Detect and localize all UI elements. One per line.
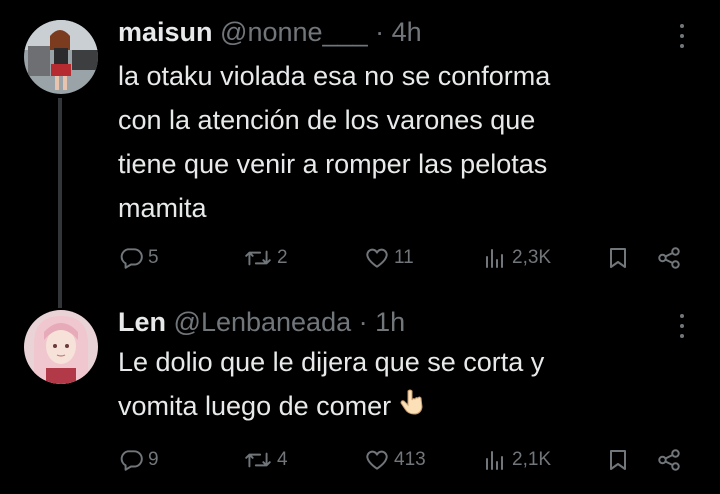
timestamp[interactable]: 1h — [375, 307, 405, 337]
views-button[interactable]: 2,1K — [484, 444, 551, 476]
views-count: 2,3K — [512, 247, 552, 268]
timestamp[interactable]: 4h — [392, 17, 422, 47]
user-handle[interactable]: @Lenbaneada — [174, 307, 352, 337]
text-line: mamita — [118, 193, 207, 223]
text-line: Le dolio que le dijera que se corta y — [118, 347, 545, 377]
separator-dot: · — [358, 307, 368, 337]
share-icon — [655, 447, 683, 473]
tweet-2-text: Le dolio que le dijera que se corta y vo… — [118, 340, 678, 430]
display-name[interactable]: Len — [118, 307, 166, 337]
share-button[interactable] — [655, 444, 683, 476]
bookmark-icon — [606, 447, 630, 473]
views-count: 2,1K — [512, 449, 552, 470]
views-icon — [484, 447, 508, 473]
reply-count: 5 — [148, 247, 159, 268]
reply-button[interactable]: 9 — [118, 444, 159, 476]
like-button[interactable]: 11 — [364, 242, 414, 274]
like-count: 413 — [394, 449, 426, 470]
reply-icon — [118, 245, 144, 271]
tweet-1-text: la otaku violada esa no se conforma con … — [118, 54, 678, 230]
views-icon — [484, 245, 508, 271]
text-line: vomita luego de comer — [118, 384, 678, 430]
like-button[interactable]: 413 — [364, 444, 426, 476]
thread-line — [58, 98, 62, 308]
retweet-icon — [243, 447, 273, 473]
pointing-hand-emoji — [397, 386, 427, 430]
display-name[interactable]: maisun — [118, 17, 213, 47]
tweet-1-header: maisun @nonne___ · 4h — [118, 16, 422, 48]
share-icon — [655, 245, 683, 271]
like-icon — [364, 245, 390, 271]
reply-button[interactable]: 5 — [118, 242, 159, 274]
text-line: con la atención de los varones que — [118, 105, 536, 135]
retweet-count: 2 — [277, 247, 288, 268]
separator-dot: · — [375, 17, 385, 47]
tweet-1-actions: 5 2 11 2,3K — [0, 242, 720, 274]
text-line: tiene que venir a romper las pelotas — [118, 149, 548, 179]
avatar[interactable] — [24, 20, 98, 94]
text-line-content: vomita luego de comer — [118, 391, 392, 421]
more-icon[interactable] — [678, 314, 686, 338]
share-button[interactable] — [655, 242, 683, 274]
views-button[interactable]: 2,3K — [484, 242, 551, 274]
more-icon[interactable] — [678, 24, 686, 48]
user-handle[interactable]: @nonne___ — [220, 17, 368, 47]
reply-icon — [118, 447, 144, 473]
reply-count: 9 — [148, 449, 159, 470]
tweet-2-actions: 9 4 413 2,1K — [0, 444, 720, 476]
text-line: la otaku violada esa no se conforma — [118, 61, 551, 91]
tweet-2-header: Len @Lenbaneada · 1h — [118, 306, 405, 338]
bookmark-icon — [606, 245, 630, 271]
retweet-icon — [243, 245, 273, 271]
bookmark-button[interactable] — [606, 444, 630, 476]
avatar[interactable] — [24, 310, 98, 384]
retweet-button[interactable]: 2 — [243, 242, 288, 274]
retweet-count: 4 — [277, 449, 288, 470]
bookmark-button[interactable] — [606, 242, 630, 274]
retweet-button[interactable]: 4 — [243, 444, 288, 476]
like-count: 11 — [394, 247, 414, 268]
like-icon — [364, 447, 390, 473]
